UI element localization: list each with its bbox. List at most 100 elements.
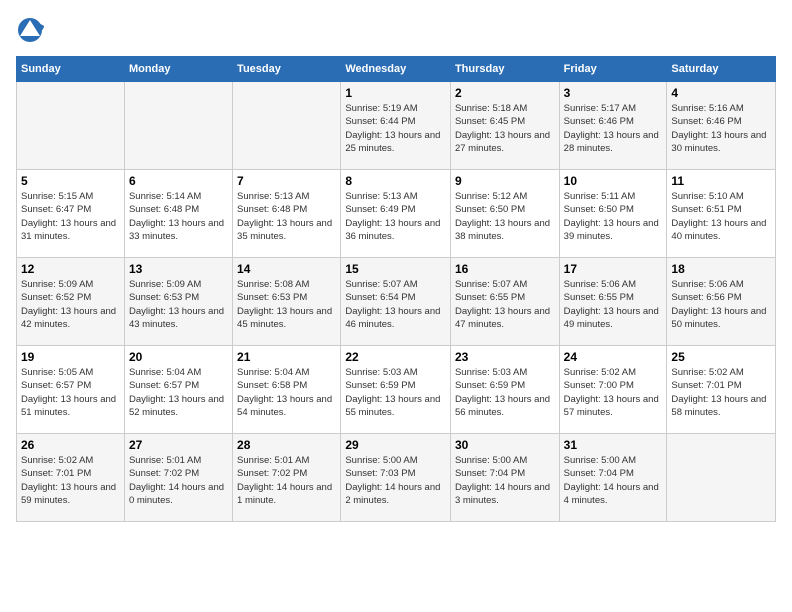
- day-number: 25: [671, 350, 771, 364]
- calendar-cell: 17 Sunrise: 5:06 AMSunset: 6:55 PMDaylig…: [559, 258, 667, 346]
- day-number: 1: [345, 86, 446, 100]
- day-number: 15: [345, 262, 446, 276]
- calendar-cell: 4 Sunrise: 5:16 AMSunset: 6:46 PMDayligh…: [667, 82, 776, 170]
- calendar-cell: 31 Sunrise: 5:00 AMSunset: 7:04 PMDaylig…: [559, 434, 667, 522]
- day-number: 31: [564, 438, 663, 452]
- day-info: Sunrise: 5:15 AMSunset: 6:47 PMDaylight:…: [21, 190, 120, 243]
- calendar-cell: 25 Sunrise: 5:02 AMSunset: 7:01 PMDaylig…: [667, 346, 776, 434]
- day-info: Sunrise: 5:02 AMSunset: 7:01 PMDaylight:…: [21, 454, 120, 507]
- day-number: 21: [237, 350, 336, 364]
- day-number: 16: [455, 262, 555, 276]
- day-number: 18: [671, 262, 771, 276]
- day-number: 26: [21, 438, 120, 452]
- calendar-cell: 10 Sunrise: 5:11 AMSunset: 6:50 PMDaylig…: [559, 170, 667, 258]
- day-info: Sunrise: 5:13 AMSunset: 6:48 PMDaylight:…: [237, 190, 336, 243]
- calendar-cell: [233, 82, 341, 170]
- day-info: Sunrise: 5:03 AMSunset: 6:59 PMDaylight:…: [345, 366, 446, 419]
- calendar-cell: 28 Sunrise: 5:01 AMSunset: 7:02 PMDaylig…: [233, 434, 341, 522]
- calendar-cell: 26 Sunrise: 5:02 AMSunset: 7:01 PMDaylig…: [17, 434, 125, 522]
- calendar-week-row: 12 Sunrise: 5:09 AMSunset: 6:52 PMDaylig…: [17, 258, 776, 346]
- day-number: 13: [129, 262, 228, 276]
- calendar-cell: 2 Sunrise: 5:18 AMSunset: 6:45 PMDayligh…: [450, 82, 559, 170]
- day-info: Sunrise: 5:01 AMSunset: 7:02 PMDaylight:…: [237, 454, 336, 507]
- day-info: Sunrise: 5:19 AMSunset: 6:44 PMDaylight:…: [345, 102, 446, 155]
- day-info: Sunrise: 5:07 AMSunset: 6:54 PMDaylight:…: [345, 278, 446, 331]
- day-info: Sunrise: 5:00 AMSunset: 7:03 PMDaylight:…: [345, 454, 446, 507]
- weekday-header: Sunday: [17, 57, 125, 82]
- calendar-week-row: 26 Sunrise: 5:02 AMSunset: 7:01 PMDaylig…: [17, 434, 776, 522]
- logo-icon: [16, 16, 44, 44]
- weekday-header: Thursday: [450, 57, 559, 82]
- calendar-cell: 21 Sunrise: 5:04 AMSunset: 6:58 PMDaylig…: [233, 346, 341, 434]
- day-number: 3: [564, 86, 663, 100]
- calendar-cell: 6 Sunrise: 5:14 AMSunset: 6:48 PMDayligh…: [124, 170, 232, 258]
- day-number: 9: [455, 174, 555, 188]
- day-info: Sunrise: 5:06 AMSunset: 6:56 PMDaylight:…: [671, 278, 771, 331]
- calendar-cell: 16 Sunrise: 5:07 AMSunset: 6:55 PMDaylig…: [450, 258, 559, 346]
- day-number: 5: [21, 174, 120, 188]
- day-number: 14: [237, 262, 336, 276]
- day-number: 20: [129, 350, 228, 364]
- day-info: Sunrise: 5:03 AMSunset: 6:59 PMDaylight:…: [455, 366, 555, 419]
- day-number: 28: [237, 438, 336, 452]
- calendar-cell: 5 Sunrise: 5:15 AMSunset: 6:47 PMDayligh…: [17, 170, 125, 258]
- day-info: Sunrise: 5:09 AMSunset: 6:52 PMDaylight:…: [21, 278, 120, 331]
- day-info: Sunrise: 5:18 AMSunset: 6:45 PMDaylight:…: [455, 102, 555, 155]
- weekday-header: Tuesday: [233, 57, 341, 82]
- calendar-cell: 23 Sunrise: 5:03 AMSunset: 6:59 PMDaylig…: [450, 346, 559, 434]
- day-info: Sunrise: 5:09 AMSunset: 6:53 PMDaylight:…: [129, 278, 228, 331]
- day-number: 22: [345, 350, 446, 364]
- calendar-cell: 29 Sunrise: 5:00 AMSunset: 7:03 PMDaylig…: [341, 434, 451, 522]
- day-number: 19: [21, 350, 120, 364]
- day-info: Sunrise: 5:06 AMSunset: 6:55 PMDaylight:…: [564, 278, 663, 331]
- calendar-cell: 8 Sunrise: 5:13 AMSunset: 6:49 PMDayligh…: [341, 170, 451, 258]
- day-info: Sunrise: 5:12 AMSunset: 6:50 PMDaylight:…: [455, 190, 555, 243]
- day-info: Sunrise: 5:04 AMSunset: 6:57 PMDaylight:…: [129, 366, 228, 419]
- day-info: Sunrise: 5:01 AMSunset: 7:02 PMDaylight:…: [129, 454, 228, 507]
- day-info: Sunrise: 5:13 AMSunset: 6:49 PMDaylight:…: [345, 190, 446, 243]
- calendar-cell: 13 Sunrise: 5:09 AMSunset: 6:53 PMDaylig…: [124, 258, 232, 346]
- day-number: 17: [564, 262, 663, 276]
- day-number: 30: [455, 438, 555, 452]
- calendar-cell: 19 Sunrise: 5:05 AMSunset: 6:57 PMDaylig…: [17, 346, 125, 434]
- day-number: 11: [671, 174, 771, 188]
- day-number: 23: [455, 350, 555, 364]
- day-number: 6: [129, 174, 228, 188]
- calendar-cell: 1 Sunrise: 5:19 AMSunset: 6:44 PMDayligh…: [341, 82, 451, 170]
- day-info: Sunrise: 5:10 AMSunset: 6:51 PMDaylight:…: [671, 190, 771, 243]
- day-number: 10: [564, 174, 663, 188]
- day-info: Sunrise: 5:07 AMSunset: 6:55 PMDaylight:…: [455, 278, 555, 331]
- calendar-cell: 15 Sunrise: 5:07 AMSunset: 6:54 PMDaylig…: [341, 258, 451, 346]
- calendar-cell: 12 Sunrise: 5:09 AMSunset: 6:52 PMDaylig…: [17, 258, 125, 346]
- day-info: Sunrise: 5:00 AMSunset: 7:04 PMDaylight:…: [455, 454, 555, 507]
- day-number: 24: [564, 350, 663, 364]
- day-info: Sunrise: 5:14 AMSunset: 6:48 PMDaylight:…: [129, 190, 228, 243]
- weekday-header: Saturday: [667, 57, 776, 82]
- calendar-cell: 7 Sunrise: 5:13 AMSunset: 6:48 PMDayligh…: [233, 170, 341, 258]
- calendar-cell: 11 Sunrise: 5:10 AMSunset: 6:51 PMDaylig…: [667, 170, 776, 258]
- weekday-header: Monday: [124, 57, 232, 82]
- header-row: SundayMondayTuesdayWednesdayThursdayFrid…: [17, 57, 776, 82]
- day-number: 12: [21, 262, 120, 276]
- calendar-cell: 9 Sunrise: 5:12 AMSunset: 6:50 PMDayligh…: [450, 170, 559, 258]
- calendar-cell: 22 Sunrise: 5:03 AMSunset: 6:59 PMDaylig…: [341, 346, 451, 434]
- day-info: Sunrise: 5:17 AMSunset: 6:46 PMDaylight:…: [564, 102, 663, 155]
- calendar-week-row: 19 Sunrise: 5:05 AMSunset: 6:57 PMDaylig…: [17, 346, 776, 434]
- day-info: Sunrise: 5:16 AMSunset: 6:46 PMDaylight:…: [671, 102, 771, 155]
- day-info: Sunrise: 5:05 AMSunset: 6:57 PMDaylight:…: [21, 366, 120, 419]
- calendar-cell: [124, 82, 232, 170]
- calendar-table: SundayMondayTuesdayWednesdayThursdayFrid…: [16, 56, 776, 522]
- day-number: 8: [345, 174, 446, 188]
- day-info: Sunrise: 5:02 AMSunset: 7:01 PMDaylight:…: [671, 366, 771, 419]
- day-info: Sunrise: 5:00 AMSunset: 7:04 PMDaylight:…: [564, 454, 663, 507]
- day-number: 4: [671, 86, 771, 100]
- weekday-header: Friday: [559, 57, 667, 82]
- calendar-week-row: 1 Sunrise: 5:19 AMSunset: 6:44 PMDayligh…: [17, 82, 776, 170]
- logo: [16, 16, 46, 44]
- weekday-header: Wednesday: [341, 57, 451, 82]
- calendar-cell: 20 Sunrise: 5:04 AMSunset: 6:57 PMDaylig…: [124, 346, 232, 434]
- calendar-cell: [17, 82, 125, 170]
- calendar-cell: 3 Sunrise: 5:17 AMSunset: 6:46 PMDayligh…: [559, 82, 667, 170]
- calendar-cell: 14 Sunrise: 5:08 AMSunset: 6:53 PMDaylig…: [233, 258, 341, 346]
- calendar-cell: 30 Sunrise: 5:00 AMSunset: 7:04 PMDaylig…: [450, 434, 559, 522]
